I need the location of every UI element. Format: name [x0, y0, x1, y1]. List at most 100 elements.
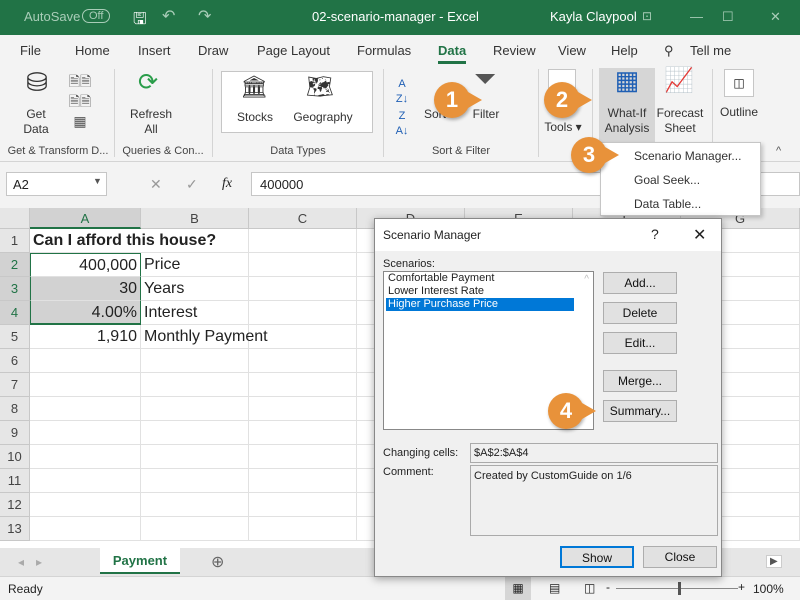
query-icons[interactable]: 🗎🗎 🗎🗎 ▦ [60, 71, 100, 131]
cell-a12[interactable] [30, 493, 141, 517]
normal-view-icon[interactable]: ▦ [505, 577, 531, 600]
cell-b11[interactable] [141, 469, 249, 493]
tab-home[interactable]: Home [75, 43, 110, 58]
zoom-out-icon[interactable]: - [606, 580, 610, 594]
row-header[interactable]: 12 [0, 493, 30, 517]
row-header[interactable]: 3 [0, 277, 30, 301]
ribbon-display-icon[interactable]: ⊡ [642, 9, 652, 23]
geography-button[interactable]: Geography [290, 110, 356, 125]
cell-a3[interactable]: 30 [30, 277, 141, 301]
undo-icon[interactable]: ↶ [162, 6, 175, 26]
cell-c6[interactable] [249, 349, 357, 373]
sheet-tab-payment[interactable]: Payment [100, 548, 180, 574]
insert-function-icon[interactable]: fx [222, 176, 232, 192]
help-icon[interactable]: ? [651, 226, 659, 242]
row-header[interactable]: 1 [0, 229, 30, 253]
row-header[interactable]: 10 [0, 445, 30, 469]
row-header[interactable]: 9 [0, 421, 30, 445]
refresh-all-button[interactable]: Refresh All [128, 107, 174, 137]
tab-file[interactable]: File [20, 43, 41, 58]
tab-draw[interactable]: Draw [198, 43, 228, 58]
cell-c10[interactable] [249, 445, 357, 469]
cell-c13[interactable] [249, 517, 357, 541]
menu-item-data-table[interactable]: Data Table... [634, 197, 701, 211]
new-sheet-icon[interactable]: ⊕ [211, 552, 224, 572]
maximize-icon[interactable]: ☐ [722, 9, 734, 25]
cell-a10[interactable] [30, 445, 141, 469]
tab-insert[interactable]: Insert [138, 43, 171, 58]
edit-button[interactable]: Edit... [603, 332, 677, 354]
column-header-a[interactable]: A [30, 208, 141, 229]
cell-b2[interactable]: Price [141, 253, 249, 277]
cell-b13[interactable] [141, 517, 249, 541]
cell-c11[interactable] [249, 469, 357, 493]
page-layout-view-icon[interactable]: ▤ [549, 581, 560, 595]
merge-button[interactable]: Merge... [603, 370, 677, 392]
tab-review[interactable]: Review [493, 43, 536, 58]
sort-za-icon[interactable]: Z A↓ [392, 109, 412, 139]
cell-a4[interactable]: 4.00% [30, 301, 141, 325]
user-name[interactable]: Kayla Claypool [550, 9, 637, 24]
scenario-item[interactable]: Higher Purchase Price [386, 298, 574, 311]
cell-b7[interactable] [141, 373, 249, 397]
zoom-level[interactable]: 100% [753, 582, 784, 596]
cell-a5[interactable]: 1,910 [30, 325, 141, 349]
cell-b10[interactable] [141, 445, 249, 469]
cell-b12[interactable] [141, 493, 249, 517]
cell-c5[interactable] [249, 325, 357, 349]
select-all-corner[interactable] [0, 208, 30, 229]
cell-c1[interactable] [249, 229, 357, 253]
cell-c2[interactable] [249, 253, 357, 277]
zoom-slider-thumb[interactable] [678, 582, 681, 595]
cell-a8[interactable] [30, 397, 141, 421]
dialog-close-icon[interactable]: ✕ [693, 225, 706, 245]
cell-a6[interactable] [30, 349, 141, 373]
menu-item-scenario-manager[interactable]: Scenario Manager... [634, 149, 741, 163]
tab-formulas[interactable]: Formulas [357, 43, 411, 58]
menu-item-goal-seek[interactable]: Goal Seek... [634, 173, 700, 187]
cell-b9[interactable] [141, 421, 249, 445]
zoom-in-icon[interactable]: + [738, 580, 745, 594]
name-box-dropdown-icon[interactable]: ▼ [93, 176, 102, 186]
zoom-slider[interactable] [616, 588, 738, 589]
cell-a9[interactable] [30, 421, 141, 445]
data-tools-button[interactable]: Tools ▾ [542, 120, 584, 135]
show-button[interactable]: Show [560, 546, 634, 568]
cell-a1[interactable]: Can I afford this house? [30, 229, 216, 253]
get-data-button[interactable]: Get Data [12, 107, 60, 137]
cell-c8[interactable] [249, 397, 357, 421]
cell-a13[interactable] [30, 517, 141, 541]
forecast-sheet-button[interactable]: Forecast Sheet [655, 106, 705, 136]
row-header[interactable]: 13 [0, 517, 30, 541]
cell-c9[interactable] [249, 421, 357, 445]
cell-a2[interactable]: 400,000 [30, 253, 141, 277]
row-header[interactable]: 11 [0, 469, 30, 493]
cell-c4[interactable] [249, 301, 357, 325]
delete-button[interactable]: Delete [603, 302, 677, 324]
name-box[interactable]: A2 [6, 172, 107, 196]
enter-icon[interactable]: ✓ [186, 176, 198, 193]
scroll-right-icon[interactable]: ▶ [766, 555, 782, 568]
cell-b5[interactable]: Monthly Payment [141, 325, 268, 349]
list-scroll-up-icon[interactable]: ^ [584, 274, 589, 285]
cell-c7[interactable] [249, 373, 357, 397]
search-icon[interactable]: ⚲ [664, 43, 674, 59]
close-window-icon[interactable]: ✕ [770, 9, 781, 25]
column-header-c[interactable]: C [249, 208, 357, 229]
minimize-icon[interactable]: — [690, 9, 703, 24]
cell-b3[interactable]: Years [141, 277, 249, 301]
scenario-item[interactable]: Lower Interest Rate [386, 285, 574, 298]
next-sheet-icon[interactable]: ▸ [36, 555, 42, 569]
summary-button[interactable]: Summary... [603, 400, 677, 422]
close-button[interactable]: Close [643, 546, 717, 568]
cell-a7[interactable] [30, 373, 141, 397]
redo-icon[interactable]: ↷ [198, 6, 211, 26]
cell-a11[interactable] [30, 469, 141, 493]
cell-b6[interactable] [141, 349, 249, 373]
cell-c12[interactable] [249, 493, 357, 517]
tab-data[interactable]: Data [438, 43, 467, 64]
sort-az-icon[interactable]: A Z↓ [392, 77, 412, 107]
cell-b4[interactable]: Interest [141, 301, 249, 325]
scenario-item[interactable]: Comfortable Payment [386, 272, 574, 285]
row-header[interactable]: 4 [0, 301, 30, 325]
